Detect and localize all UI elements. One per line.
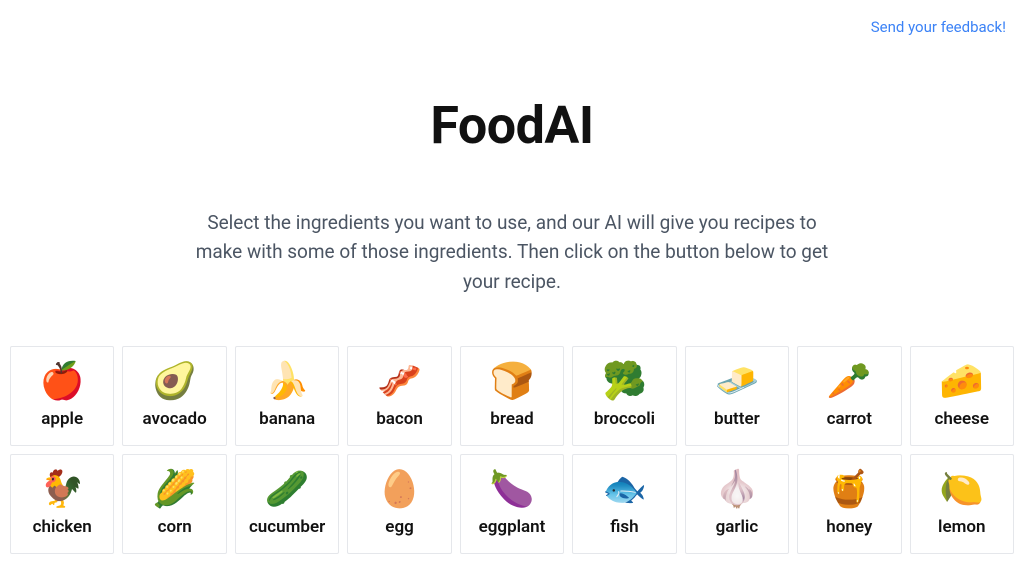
ingredient-label: banana [259,409,315,429]
cheese-icon: 🧀 [939,362,984,402]
ingredient-card-lemon[interactable]: 🍋 lemon [910,454,1014,554]
bacon-icon: 🥓 [377,362,422,402]
ingredient-label: chicken [33,517,92,537]
ingredient-label: cucumber [249,517,325,537]
ingredient-card-fish[interactable]: 🐟 fish [572,454,676,554]
bread-icon: 🍞 [490,362,535,402]
ingredient-card-cheese[interactable]: 🧀 cheese [910,346,1014,446]
ingredient-card-honey[interactable]: 🍯 honey [797,454,901,554]
ingredient-card-apple[interactable]: 🍎 apple [10,346,114,446]
chicken-icon: 🐓 [40,470,85,510]
ingredient-label: broccoli [594,409,655,429]
main-container: FoodAI Select the ingredients you want t… [0,0,1024,554]
apple-icon: 🍎 [40,362,85,402]
eggplant-icon: 🍆 [490,470,535,510]
ingredients-grid: 🍎 apple 🥑 avocado 🍌 banana 🥓 bacon 🍞 bread 🥦 brocco… [0,346,1024,554]
garlic-icon: 🧄 [714,470,759,510]
ingredient-card-banana[interactable]: 🍌 banana [235,346,339,446]
ingredient-card-bread[interactable]: 🍞 bread [460,346,564,446]
ingredient-label: egg [385,517,414,537]
avocado-icon: 🥑 [152,362,197,402]
feedback-link[interactable]: Send your feedback! [871,18,1006,36]
page-description: Select the ingredients you want to use, … [192,208,832,296]
ingredient-card-butter[interactable]: 🧈 butter [685,346,789,446]
ingredient-card-bacon[interactable]: 🥓 bacon [347,346,451,446]
ingredient-label: bacon [376,409,423,429]
cucumber-icon: 🥒 [265,470,310,510]
ingredient-label: cheese [934,409,989,429]
ingredient-card-carrot[interactable]: 🥕 carrot [797,346,901,446]
fish-icon: 🐟 [602,470,647,510]
banana-icon: 🍌 [265,362,310,402]
page-title: FoodAI [0,95,1024,156]
ingredient-card-broccoli[interactable]: 🥦 broccoli [572,346,676,446]
ingredient-card-garlic[interactable]: 🧄 garlic [685,454,789,554]
ingredient-label: fish [610,517,638,537]
ingredient-label: corn [158,517,192,537]
ingredient-label: eggplant [479,517,546,537]
ingredient-card-cucumber[interactable]: 🥒 cucumber [235,454,339,554]
ingredient-label: garlic [716,517,759,537]
ingredient-card-egg[interactable]: 🥚 egg [347,454,451,554]
ingredient-card-eggplant[interactable]: 🍆 eggplant [460,454,564,554]
ingredient-label: bread [490,409,533,429]
carrot-icon: 🥕 [827,362,872,402]
egg-icon: 🥚 [377,470,422,510]
corn-icon: 🌽 [152,470,197,510]
ingredient-card-corn[interactable]: 🌽 corn [122,454,226,554]
butter-icon: 🧈 [714,362,759,402]
broccoli-icon: 🥦 [602,362,647,402]
lemon-icon: 🍋 [939,470,984,510]
ingredient-label: honey [826,517,872,537]
ingredient-label: carrot [827,409,872,429]
ingredient-card-chicken[interactable]: 🐓 chicken [10,454,114,554]
ingredient-card-avocado[interactable]: 🥑 avocado [122,346,226,446]
ingredient-label: avocado [143,409,207,429]
honey-icon: 🍯 [827,470,872,510]
ingredient-label: butter [714,409,760,429]
ingredient-label: lemon [938,517,985,537]
ingredient-label: apple [41,409,83,429]
